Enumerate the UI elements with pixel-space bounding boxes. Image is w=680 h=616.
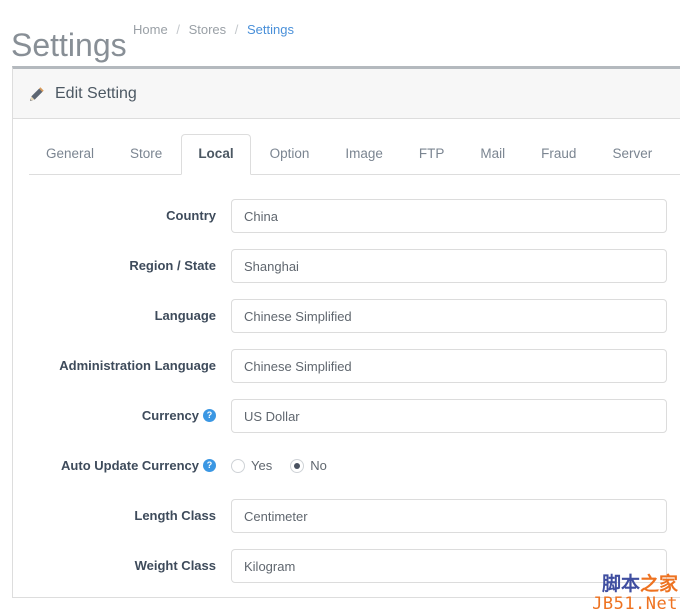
tab-general-label[interactable]: General (29, 134, 111, 175)
page-header: Settings Home / Stores / Settings (0, 0, 680, 63)
breadcrumb-separator: / (176, 22, 180, 37)
watermark-en: JB51.Net (592, 594, 678, 615)
panel-heading: Edit Setting (13, 69, 680, 119)
region-state-select[interactable] (231, 249, 667, 283)
breadcrumb-item-home[interactable]: Home (133, 22, 168, 37)
settings-page: Settings Home / Stores / Settings Edit S… (0, 0, 680, 616)
page-title: Settings (11, 27, 127, 64)
radio-auto-update-currency-no[interactable]: No (290, 459, 327, 473)
label-region-state: Region / State (129, 258, 216, 273)
pencil-icon (29, 86, 45, 102)
edit-setting-panel: Edit Setting General Store Local Option … (12, 66, 680, 598)
form-row-language: Language (13, 299, 680, 333)
language-select[interactable] (231, 299, 667, 333)
radio-auto-update-currency-yes[interactable]: Yes (231, 459, 272, 473)
panel-title: Edit Setting (55, 84, 137, 102)
form-row-currency: Currency? (13, 399, 680, 433)
settings-tabs: General Store Local Option Image FTP Mai… (29, 134, 680, 175)
tab-mail[interactable]: Mail (463, 134, 522, 175)
tab-general[interactable]: General (29, 134, 111, 175)
label-length-class: Length Class (134, 508, 216, 523)
tab-image-label[interactable]: Image (328, 134, 400, 175)
local-settings-form: Country Region / State Language Administ… (13, 175, 680, 583)
tab-store[interactable]: Store (113, 134, 179, 175)
tab-local-label[interactable]: Local (181, 134, 251, 175)
label-country: Country (166, 208, 216, 223)
radio-dot (290, 459, 305, 473)
breadcrumb: Home / Stores / Settings (133, 21, 294, 39)
form-row-region-state: Region / State (13, 249, 680, 283)
administration-language-select[interactable] (231, 349, 667, 383)
country-select[interactable] (231, 199, 667, 233)
radio-label-no: No (310, 458, 327, 473)
panel-body: General Store Local Option Image FTP Mai… (13, 119, 680, 583)
tab-ftp-label[interactable]: FTP (402, 134, 462, 175)
breadcrumb-separator: / (234, 22, 239, 37)
form-row-auto-update-currency: Auto Update Currency? Yes No (13, 449, 680, 483)
form-row-administration-language: Administration Language (13, 349, 680, 383)
label-currency: Currency? (13, 399, 231, 433)
tab-ftp[interactable]: FTP (402, 134, 462, 175)
form-row-weight-class: Weight Class (13, 549, 680, 583)
tab-fraud-label[interactable]: Fraud (524, 134, 593, 175)
label-language: Language (154, 308, 216, 323)
tab-fraud[interactable]: Fraud (524, 134, 593, 175)
label-weight-class: Weight Class (134, 558, 216, 573)
currency-select[interactable] (231, 399, 667, 433)
tab-store-label[interactable]: Store (113, 134, 179, 175)
form-row-length-class: Length Class (13, 499, 680, 533)
breadcrumb-item-settings[interactable]: Settings (247, 22, 294, 37)
radio-label-yes: Yes (251, 458, 273, 473)
tab-option[interactable]: Option (253, 134, 327, 175)
label-administration-language: Administration Language (59, 358, 216, 373)
help-icon[interactable]: ? (203, 409, 216, 423)
weight-class-select[interactable] (231, 549, 667, 583)
label-currency-text: Currency (141, 408, 199, 423)
tab-option-label[interactable]: Option (253, 134, 327, 175)
auto-update-currency-radio-group: Yes No (231, 449, 345, 483)
help-icon[interactable]: ? (203, 459, 216, 473)
tab-server-label[interactable]: Server (595, 134, 669, 175)
tab-mail-label[interactable]: Mail (463, 134, 522, 175)
breadcrumb-item-stores[interactable]: Stores (189, 22, 227, 37)
tab-local[interactable]: Local (181, 134, 251, 175)
length-class-select[interactable] (231, 499, 667, 533)
form-row-country: Country (13, 199, 680, 233)
tab-server[interactable]: Server (595, 134, 669, 175)
tab-image[interactable]: Image (328, 134, 400, 175)
radio-dot (231, 459, 245, 473)
label-auto-update-currency: Auto Update Currency? (13, 449, 231, 483)
label-auto-update-currency-text: Auto Update Currency (61, 458, 199, 473)
